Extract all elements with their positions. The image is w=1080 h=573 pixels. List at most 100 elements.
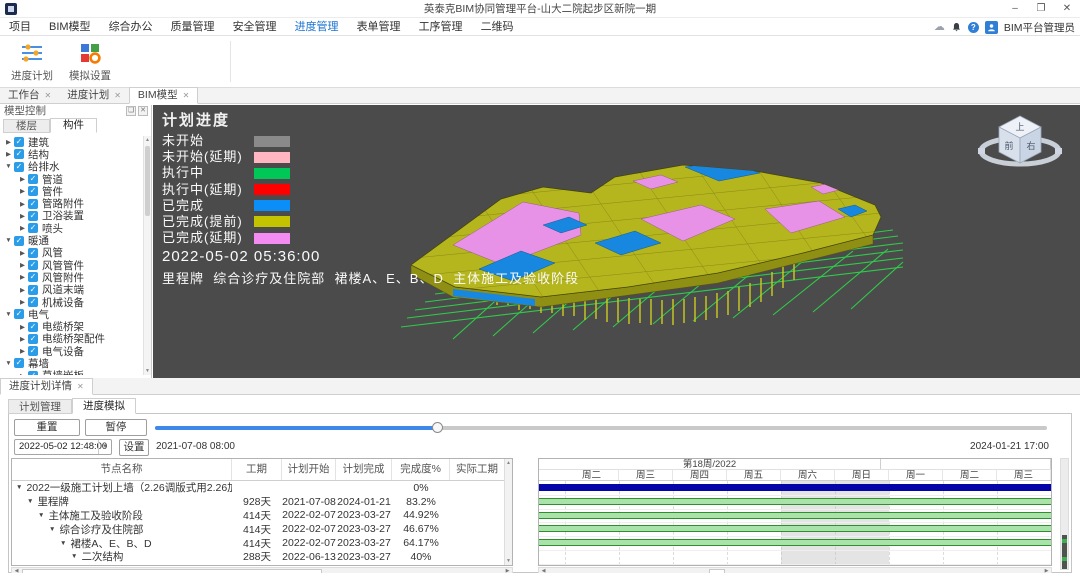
model-tab-楼层[interactable]: 楼层 [3,119,50,133]
pause-button[interactable]: 暂停 [85,419,147,436]
model-tab-构件[interactable]: 构件 [50,118,97,133]
close-button[interactable]: ✕ [1054,0,1080,18]
sub-tab-计划管理[interactable]: 计划管理 [8,399,72,414]
caret-right-icon[interactable]: ▶ [17,273,28,281]
table-row[interactable]: ▼综合诊疗及住院部414天2022-02-072023-03-2746.67% [12,522,512,536]
caret-right-icon[interactable]: ▶ [3,138,14,146]
caret-down-icon[interactable]: ▼ [3,163,14,170]
menu-item-进度管理[interactable]: 进度管理 [286,18,348,36]
gantt-vscrollbar[interactable] [1060,458,1069,570]
caret-right-icon[interactable]: ▶ [17,224,28,232]
close-icon[interactable]: ✕ [114,88,121,103]
caret-down-icon[interactable]: ▼ [3,360,14,367]
caret-right-icon[interactable]: ▶ [17,335,28,343]
table-row[interactable]: 砌体墙结构134天2022-11-142023-03-27100% [12,564,512,566]
menu-item-安全管理[interactable]: 安全管理 [224,18,286,36]
tree-item-电气设备[interactable]: ▶✓电气设备 [0,345,143,357]
tree-item-结构[interactable]: ▶✓结构 [0,148,143,160]
checkbox-checked[interactable]: ✓ [28,260,38,270]
checkbox-checked[interactable]: ✓ [28,174,38,184]
table-row[interactable]: ▼二次结构288天2022-06-132023-03-2740% [12,550,512,564]
caret-right-icon[interactable]: ▶ [17,249,28,257]
column-header-完成度%[interactable]: 完成度% [392,459,450,480]
menu-item-BIM模型[interactable]: BIM模型 [40,18,100,36]
tool-schedule-plan[interactable]: 进度计划 [4,41,60,83]
table-row[interactable]: ▼裙楼A、E、B、D414天2022-02-072023-03-2764.17% [12,536,512,550]
help-icon[interactable]: ? [968,22,979,33]
tree-item-喷头[interactable]: ▶✓喷头 [0,222,143,234]
reset-button[interactable]: 重置 [14,419,80,436]
dock-icon[interactable]: ❏ [126,106,136,116]
caret-down-icon[interactable]: ▼ [60,540,66,547]
tree-item-建筑[interactable]: ▶✓建筑 [0,136,143,148]
avatar[interactable] [985,21,998,34]
slider-thumb[interactable] [432,422,443,433]
caret-right-icon[interactable]: ▶ [17,261,28,269]
checkbox-checked[interactable]: ✓ [28,346,38,356]
caret-down-icon[interactable]: ▼ [3,237,14,244]
tree-item-暖通[interactable]: ▼✓暖通 [0,234,143,246]
caret-right-icon[interactable]: ▶ [17,175,28,183]
gantt-chart[interactable]: 第18周/2022 周二周三周四周五周六周日周一周二周三 [538,458,1052,566]
table-row[interactable]: ▼2022一级施工计划上墙（2.26调版式用2.26加前期）0% [12,481,512,495]
gantt-bar-task[interactable] [539,498,1051,505]
tree-item-幕墙嵌板[interactable]: ▶✓幕墙嵌板 [0,370,143,375]
checkbox-checked[interactable]: ✓ [28,223,38,233]
doc-tab-BIM模型[interactable]: BIM模型✕ [129,87,198,104]
table-row[interactable]: ▼主体施工及验收阶段414天2022-02-072023-03-2744.92% [12,509,512,523]
checkbox-checked[interactable]: ✓ [28,211,38,221]
close-icon[interactable]: ✕ [183,88,190,103]
checkbox-checked[interactable]: ✓ [28,371,38,375]
checkbox-checked[interactable]: ✓ [14,137,24,147]
3d-viewport[interactable]: 计划进度 未开始未开始(延期)执行中执行中(延期)已完成已完成(提前)已完成(延… [153,105,1080,378]
cloud-icon[interactable]: ☁ [934,18,945,36]
caret-right-icon[interactable]: ▶ [17,298,28,306]
checkbox-checked[interactable]: ✓ [14,236,24,246]
tree-item-卫浴装置[interactable]: ▶✓卫浴装置 [0,210,143,222]
table-scrollbar[interactable]: ▲ ▼ [504,459,512,565]
caret-right-icon[interactable]: ▶ [17,372,28,375]
caret-down-icon[interactable]: ▼ [71,553,77,560]
maximize-button[interactable]: ❐ [1028,0,1054,18]
user-name[interactable]: BIM平台管理员 [1004,20,1075,35]
checkbox-checked[interactable]: ✓ [28,272,38,282]
caret-right-icon[interactable]: ▶ [17,286,28,294]
column-header-计划完成[interactable]: 计划完成 [336,459,392,480]
checkbox-checked[interactable]: ✓ [28,248,38,258]
doc-tab-工作台[interactable]: 工作台✕ [0,87,59,103]
checkbox-checked[interactable]: ✓ [14,149,24,159]
caret-down-icon[interactable]: ▼ [49,526,55,533]
caret-down-icon[interactable]: ▼ [3,311,14,318]
settings-button[interactable]: 设置 [119,439,149,456]
gantt-bar-task[interactable] [539,512,1051,519]
tree-item-机械设备[interactable]: ▶✓机械设备 [0,296,143,308]
checkbox-checked[interactable]: ✓ [28,334,38,344]
minimize-button[interactable]: – [1002,0,1028,18]
panel-close-icon[interactable]: ✕ [138,106,148,116]
caret-right-icon[interactable]: ▶ [3,150,14,158]
caret-right-icon[interactable]: ▶ [17,200,28,208]
tab-schedule-detail[interactable]: 进度计划详情✕ [0,378,93,395]
bell-icon[interactable] [951,21,962,33]
timeline-slider[interactable] [155,426,1047,430]
gantt-bar-task[interactable] [539,539,1051,546]
chevron-down-icon[interactable]: ▾ [98,440,111,454]
checkbox-checked[interactable]: ✓ [14,309,24,319]
menu-item-二维码[interactable]: 二维码 [472,18,523,36]
table-row[interactable]: ▼里程牌928天2021-07-082024-01-2183.2% [12,495,512,509]
menu-item-工序管理[interactable]: 工序管理 [410,18,472,36]
tree-item-管道[interactable]: ▶✓管道 [0,173,143,185]
checkbox-checked[interactable]: ✓ [28,199,38,209]
caret-right-icon[interactable]: ▶ [17,187,28,195]
caret-right-icon[interactable]: ▶ [17,347,28,355]
close-icon[interactable]: ✕ [45,88,52,103]
checkbox-checked[interactable]: ✓ [28,322,38,332]
column-header-节点名称[interactable]: 节点名称 [12,459,232,480]
checkbox-checked[interactable]: ✓ [14,162,24,172]
caret-down-icon[interactable]: ▼ [38,512,44,519]
caret-right-icon[interactable]: ▶ [17,323,28,331]
gantt-bar-task[interactable] [539,525,1051,532]
menu-item-质量管理[interactable]: 质量管理 [162,18,224,36]
menu-item-表单管理[interactable]: 表单管理 [348,18,410,36]
checkbox-checked[interactable]: ✓ [28,285,38,295]
